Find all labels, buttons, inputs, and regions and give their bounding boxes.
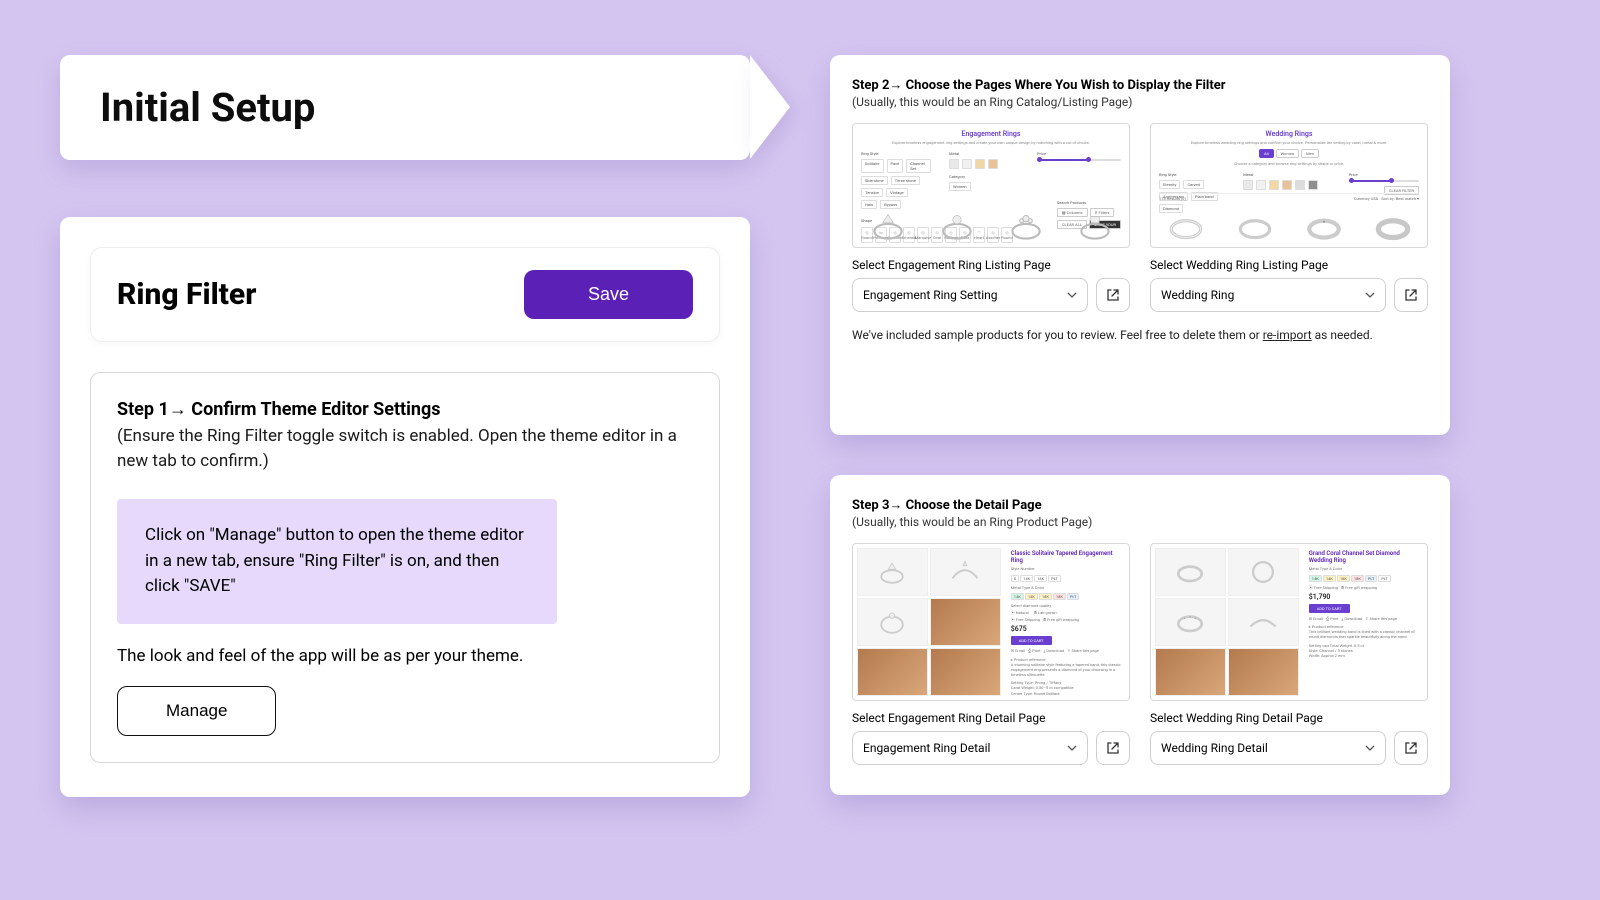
preview-tagline: Explore timeless engagement ring setting… (865, 140, 1117, 145)
wedding-listing-preview: Wedding Rings Explore timeless wedding r… (1150, 123, 1428, 248)
initial-setup-banner: Initial Setup (60, 55, 750, 160)
product-price: $675 (1011, 625, 1123, 633)
preview-heading: Wedding Rings (1151, 130, 1427, 138)
step2-title: Step 2→ Choose the Pages Where You Wish … (852, 77, 1428, 93)
engagement-listing-select[interactable]: Engagement Ring Setting (852, 278, 1088, 312)
step1-title: Step 1→ Confirm Theme Editor Settings (117, 399, 693, 420)
select-value: Wedding Ring (1161, 288, 1234, 302)
external-link-icon (1404, 288, 1418, 302)
ring-filter-card: Ring Filter Save Step 1→ Confirm Theme E… (60, 217, 750, 797)
preview-subtext: Choose a category and browse ring settin… (1163, 161, 1415, 166)
preview-heading: Engagement Rings (853, 130, 1129, 138)
ring-filter-title: Ring Filter (117, 277, 256, 312)
ring-filter-header: Ring Filter Save (90, 247, 720, 342)
product-price: $1,790 (1309, 593, 1421, 601)
wedding-detail-select[interactable]: Wedding Ring Detail (1150, 731, 1386, 765)
open-engagement-listing-button[interactable] (1096, 278, 1130, 312)
step2-engagement-column: Engagement Rings Explore timeless engage… (852, 123, 1130, 312)
page-title: Initial Setup (100, 84, 315, 131)
step3-wedding-column: Grand Coral Channel Set Diamond Wedding … (1150, 543, 1428, 765)
preview-tagline: Explore timeless wedding ring settings a… (1163, 140, 1415, 145)
save-button[interactable]: Save (524, 270, 693, 319)
wedding-listing-label: Select Wedding Ring Listing Page (1150, 258, 1428, 272)
open-engagement-detail-button[interactable] (1096, 731, 1130, 765)
open-wedding-detail-button[interactable] (1394, 731, 1428, 765)
select-value: Engagement Ring Detail (863, 741, 990, 755)
chevron-down-icon (1067, 290, 1077, 300)
step1-callout: Click on "Manage" button to open the the… (117, 499, 557, 624)
external-link-icon (1106, 288, 1120, 302)
wedding-listing-select[interactable]: Wedding Ring (1150, 278, 1386, 312)
manage-button[interactable]: Manage (117, 686, 276, 736)
engagement-listing-label: Select Engagement Ring Listing Page (852, 258, 1130, 272)
theme-note: The look and feel of the app will be as … (117, 646, 693, 666)
select-value: Wedding Ring Detail (1161, 741, 1268, 755)
step1-panel: Step 1→ Confirm Theme Editor Settings (E… (90, 372, 720, 763)
product-title: Grand Coral Channel Set Diamond Wedding … (1309, 550, 1421, 564)
chevron-down-icon (1365, 743, 1375, 753)
step3-subtitle: (Usually, this would be an Ring Product … (852, 515, 1428, 529)
chevron-down-icon (1067, 743, 1077, 753)
step2-card: Step 2→ Choose the Pages Where You Wish … (830, 55, 1450, 435)
reimport-link[interactable]: re-import (1263, 328, 1312, 342)
open-wedding-listing-button[interactable] (1394, 278, 1428, 312)
chevron-down-icon (1365, 290, 1375, 300)
sample-products-note: We've included sample products for you t… (852, 328, 1428, 342)
step3-title: Step 3→ Choose the Detail Page (852, 497, 1428, 513)
select-value: Engagement Ring Setting (863, 288, 998, 302)
wedding-detail-label: Select Wedding Ring Detail Page (1150, 711, 1428, 725)
external-link-icon (1106, 741, 1120, 755)
step2-wedding-column: Wedding Rings Explore timeless wedding r… (1150, 123, 1428, 312)
external-link-icon (1404, 741, 1418, 755)
engagement-detail-select[interactable]: Engagement Ring Detail (852, 731, 1088, 765)
wedding-detail-preview: Grand Coral Channel Set Diamond Wedding … (1150, 543, 1428, 701)
engagement-detail-preview: Classic Solitaire Tapered Engagement Rin… (852, 543, 1130, 701)
step2-subtitle: (Usually, this would be an Ring Catalog/… (852, 95, 1428, 109)
product-title: Classic Solitaire Tapered Engagement Rin… (1011, 550, 1123, 564)
engagement-detail-label: Select Engagement Ring Detail Page (852, 711, 1130, 725)
step3-engagement-column: Classic Solitaire Tapered Engagement Rin… (852, 543, 1130, 765)
step1-subtitle: (Ensure the Ring Filter toggle switch is… (117, 424, 693, 473)
step3-card: Step 3→ Choose the Detail Page (Usually,… (830, 475, 1450, 795)
engagement-listing-preview: Engagement Rings Explore timeless engage… (852, 123, 1130, 248)
